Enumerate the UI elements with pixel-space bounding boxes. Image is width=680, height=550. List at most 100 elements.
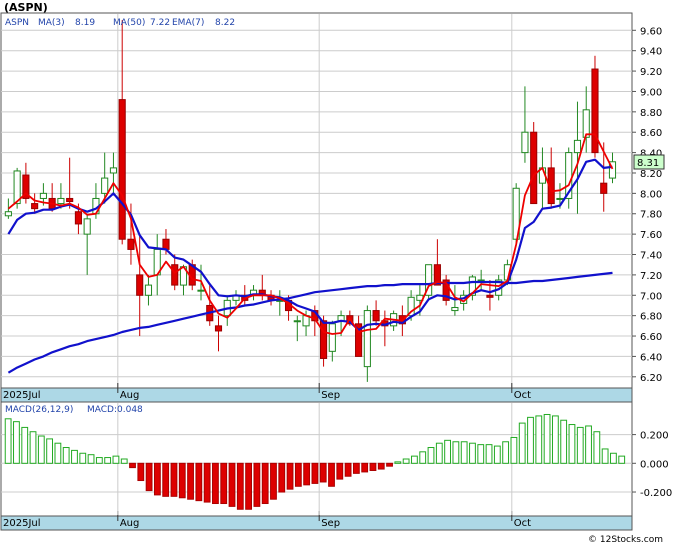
macd-bar: [618, 455, 626, 464]
macd-date-label: 2025Jul: [3, 518, 41, 529]
legend-symbol: ASPN: [5, 18, 29, 28]
macd-bar: [261, 462, 269, 505]
macd-tick-label: 0.200: [640, 431, 669, 442]
macd-date-label: Sep: [321, 518, 340, 529]
candle-body: [101, 177, 109, 194]
candle-body: [57, 197, 65, 205]
macd-bar: [21, 426, 29, 464]
macd-bar: [610, 452, 617, 464]
price-tick-label: 8.60: [640, 128, 662, 139]
macd-bar: [377, 462, 385, 470]
macd-bar: [518, 422, 526, 464]
macd-bar: [369, 462, 377, 471]
macd-tick-label: -0.200: [640, 488, 672, 499]
macd-bar: [352, 462, 360, 474]
macd-bar: [220, 462, 228, 505]
candle-body: [600, 182, 608, 194]
macd-bar: [502, 441, 510, 464]
macd-date-band: [0, 515, 633, 531]
chart-canvas: 9.609.409.209.008.808.608.408.208.007.80…: [0, 0, 680, 546]
candle-body: [109, 167, 118, 174]
macd-bar: [236, 462, 244, 510]
macd-bar: [137, 462, 145, 482]
candle-body: [118, 99, 126, 240]
macd-bar: [4, 418, 12, 464]
macd-bar: [411, 455, 418, 464]
macd-bar: [37, 435, 45, 464]
price-tick-label: 6.40: [640, 352, 662, 363]
macd-date-label: Oct: [514, 518, 531, 529]
macd-bar: [435, 442, 443, 464]
macd-bar: [485, 444, 493, 464]
macd-bar: [294, 462, 302, 487]
price-tick-label: 8.20: [640, 169, 662, 180]
macd-bar: [245, 462, 252, 510]
macd-bar: [62, 447, 70, 464]
macd-bar: [452, 441, 460, 464]
macd-bar: [79, 452, 87, 464]
macd-legend-value: MACD:0.048: [87, 405, 143, 415]
legend-ma3-value: 8.19: [75, 18, 95, 28]
macd-bar: [419, 451, 427, 464]
price-tick-label: 9.60: [640, 26, 662, 37]
macd-bar: [145, 462, 153, 492]
macd-bar: [394, 461, 402, 464]
macd-bar: [601, 448, 609, 464]
macd-bar: [535, 415, 543, 464]
macd-bar: [212, 462, 219, 505]
legend-ma3-label: MA(3): [38, 18, 65, 28]
macd-bar: [551, 415, 559, 464]
candle-body: [477, 279, 485, 282]
candle-body: [197, 289, 205, 292]
candle-body: [66, 197, 74, 203]
macd-bar: [95, 457, 103, 464]
candle-body: [31, 203, 39, 210]
macd-legend-params: MACD(26,12,9): [5, 405, 73, 415]
macd-bar: [120, 458, 128, 464]
candle-body: [144, 284, 153, 296]
macd-bar: [170, 462, 178, 497]
price-tick-label: 6.60: [640, 332, 662, 343]
price-tick-label: 6.80: [640, 312, 662, 323]
macd-bar: [460, 441, 468, 464]
candle-body: [127, 238, 135, 250]
candle-body: [74, 211, 82, 225]
macd-bar: [344, 462, 352, 477]
watermark: © 12Stocks.com: [588, 535, 663, 545]
macd-bar: [162, 462, 170, 497]
candle-body: [320, 320, 328, 359]
candle-body: [363, 310, 371, 368]
price-tick-label: 7.40: [640, 251, 662, 262]
macd-bar: [187, 462, 194, 500]
candle-body: [214, 325, 223, 332]
date-label: Aug: [120, 390, 140, 401]
macd-bar: [560, 419, 568, 464]
legend-ema7-label: EMA(7): [172, 18, 204, 28]
candle-body: [293, 320, 301, 323]
date-label: Oct: [514, 390, 531, 401]
legend-ma50-label: MA(50): [113, 18, 145, 28]
macd-bar: [469, 442, 476, 464]
macd-bar: [576, 426, 584, 464]
macd-bar: [253, 462, 261, 507]
macd-bar: [510, 436, 518, 464]
macd-tick-label: 0.000: [640, 459, 669, 470]
price-tick-label: 7.20: [640, 271, 662, 282]
price-tick-label: 7.80: [640, 210, 662, 221]
macd-bar: [336, 462, 344, 480]
candle-body: [556, 197, 564, 200]
macd-bar: [328, 462, 335, 487]
macd-bar: [228, 462, 236, 507]
candle-body: [328, 323, 336, 352]
macd-bar: [29, 431, 37, 464]
last-price-text: 8.31: [637, 158, 659, 169]
price-tick-label: 9.20: [640, 67, 662, 78]
ticker-title: (ASPN): [4, 1, 48, 14]
macd-bar: [87, 454, 95, 464]
legend-ema7-value: 8.22: [215, 18, 235, 28]
candle-body: [582, 109, 590, 138]
macd-bar: [13, 421, 20, 464]
candle-body: [4, 211, 12, 217]
macd-bar: [46, 438, 54, 464]
candle-body: [573, 139, 582, 154]
